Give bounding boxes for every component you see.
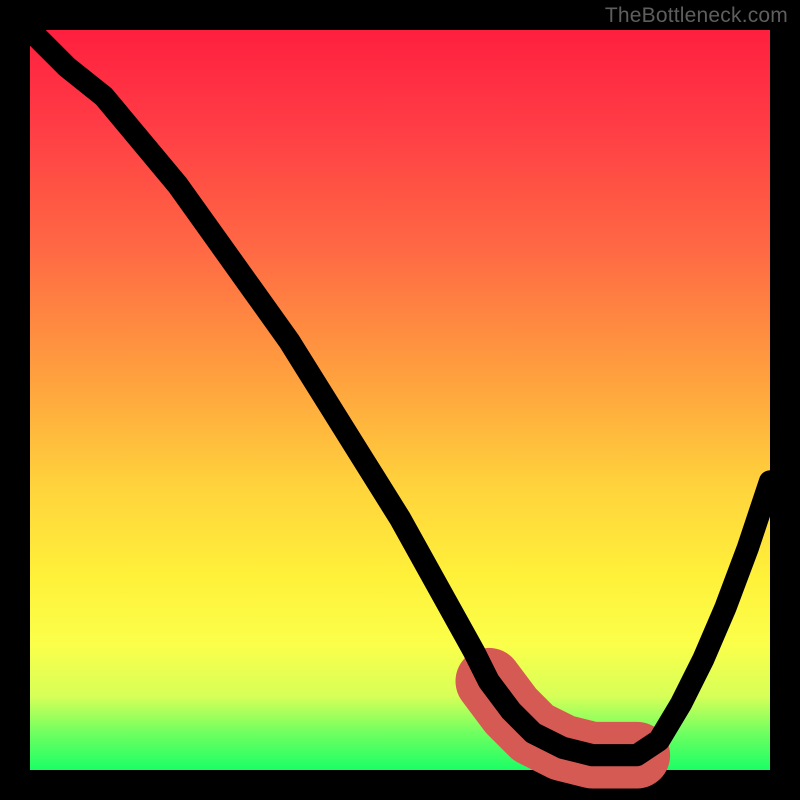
watermark-text: TheBottleneck.com xyxy=(605,4,788,28)
bottleneck-curve xyxy=(30,30,770,755)
plot-area xyxy=(30,30,770,770)
chart-frame: TheBottleneck.com xyxy=(0,0,800,800)
curve-svg xyxy=(30,30,770,770)
